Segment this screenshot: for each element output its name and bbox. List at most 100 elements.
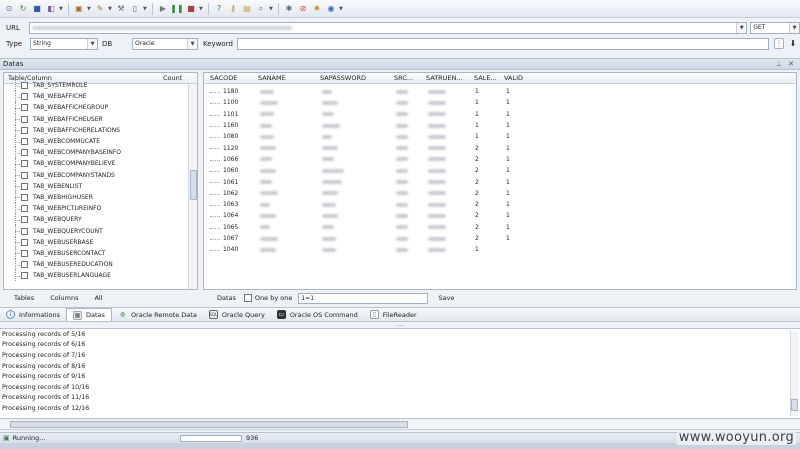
tree-item[interactable]: TAB_SYSTEMROLE bbox=[4, 80, 197, 92]
table-checkbox[interactable] bbox=[21, 272, 28, 280]
tree-item[interactable]: TAB_WEBENLIST bbox=[4, 180, 197, 193]
table-checkbox[interactable] bbox=[21, 171, 28, 179]
table-row[interactable]: 1040 1 bbox=[204, 244, 796, 255]
log-scrollbar[interactable] bbox=[790, 331, 798, 416]
table-row[interactable]: 1067 2 1 bbox=[204, 233, 796, 244]
tree-item[interactable]: TAB_WEBCOMPANYBELIEVE bbox=[4, 158, 197, 170]
settings-icon[interactable]: ✹ bbox=[311, 3, 323, 15]
bug-icon[interactable]: ✱ bbox=[283, 3, 295, 15]
col-src[interactable]: SRC... bbox=[394, 74, 413, 82]
key-icon[interactable]: ⚷ bbox=[227, 3, 239, 15]
table-checkbox[interactable] bbox=[21, 227, 28, 235]
col-saname[interactable]: SANAME bbox=[258, 74, 286, 82]
table-checkbox[interactable] bbox=[21, 82, 28, 90]
table-row[interactable]: 1080 1 1 bbox=[204, 131, 796, 142]
type-select[interactable]: String ▼ bbox=[30, 37, 98, 50]
save-icon[interactable]: ■ bbox=[31, 3, 43, 15]
folder-icon[interactable]: ▤ bbox=[241, 3, 253, 15]
table-row[interactable]: 1060 2 1 bbox=[204, 165, 796, 176]
tree-item[interactable]: TAB_WEBPICTUREINFO bbox=[4, 203, 197, 215]
globe-icon[interactable]: ◉ bbox=[325, 3, 337, 15]
tree-item[interactable]: TAB_WEBAFFICHEGROUP bbox=[4, 102, 197, 114]
download-icon[interactable]: ⬇ bbox=[787, 38, 799, 50]
search-icon[interactable]: ⌕ bbox=[255, 3, 267, 15]
datas-button[interactable]: Datas bbox=[217, 294, 236, 302]
table-checkbox[interactable] bbox=[21, 205, 28, 213]
url-input[interactable] bbox=[28, 21, 738, 34]
log-hscroll-thumb[interactable] bbox=[10, 421, 408, 428]
help-icon[interactable]: ? bbox=[213, 3, 225, 15]
refresh-icon[interactable]: ↻ bbox=[17, 3, 29, 15]
edit-icon[interactable]: ✎ bbox=[94, 3, 106, 15]
tree-item[interactable]: TAB_WEBAFFICHERELATIONS bbox=[4, 124, 197, 137]
tree-item[interactable]: TAB_WEBUSERLANGUAGE bbox=[4, 270, 197, 282]
table-checkbox[interactable] bbox=[21, 115, 28, 123]
tab-filereader[interactable]: ▯ FileReader bbox=[364, 308, 423, 321]
tree-item[interactable]: TAB_WEBCOMPANYBASEINFO bbox=[4, 147, 197, 159]
tree-item[interactable]: TAB_WEBUSERBASE bbox=[4, 236, 197, 249]
tree-scroll-thumb[interactable] bbox=[190, 170, 197, 200]
col-satruename[interactable]: SATRUEN... bbox=[426, 74, 463, 82]
table-row[interactable]: 1062 2 1 bbox=[204, 188, 796, 199]
table-row[interactable]: 1063 2 1 bbox=[204, 199, 796, 210]
log-hscrollbar[interactable] bbox=[0, 420, 800, 430]
table-row[interactable]: 1100 1 1 bbox=[204, 97, 796, 108]
database-icon[interactable]: ▣ bbox=[73, 3, 85, 15]
table-row[interactable]: 1101 1 1 bbox=[204, 109, 796, 120]
tree-item[interactable]: TAB_WEBQUERYCOUNT bbox=[4, 225, 197, 237]
pause-icon[interactable]: ❚❚ bbox=[170, 3, 183, 15]
tree-item[interactable]: TAB_WEBAFFICHEUSER bbox=[4, 113, 197, 125]
tree-item[interactable]: TAB_WEBAFFICHE bbox=[4, 91, 197, 103]
table-checkbox[interactable] bbox=[21, 216, 28, 224]
save-button[interactable]: Save bbox=[438, 294, 454, 302]
keyword-options-icon[interactable]: ⋮ bbox=[774, 38, 784, 49]
export-icon[interactable]: ◧ bbox=[45, 3, 57, 15]
tables-button[interactable]: Tables bbox=[14, 294, 34, 302]
tab-oracle-remote-data[interactable]: ◍ Oracle Remote Data bbox=[112, 308, 203, 321]
one-by-one-checkbox[interactable] bbox=[243, 294, 252, 302]
all-button[interactable]: All bbox=[94, 294, 102, 302]
tab-oracle-os-command[interactable]: ▭ Oracle OS Command bbox=[271, 308, 364, 321]
tab-informations[interactable]: i Informations bbox=[0, 308, 66, 321]
tree-item[interactable]: TAB_WEBHIGHUSER bbox=[4, 191, 197, 204]
table-checkbox[interactable] bbox=[21, 149, 28, 157]
tools-icon[interactable]: ⚒ bbox=[115, 3, 127, 15]
table-row[interactable]: 1120 2 1 bbox=[204, 142, 796, 153]
table-row[interactable]: 1066 2 1 bbox=[204, 154, 796, 165]
play-icon[interactable]: ▶ bbox=[157, 3, 169, 15]
log-scroll-thumb[interactable] bbox=[791, 399, 798, 411]
table-checkbox[interactable] bbox=[21, 249, 28, 257]
tree-item[interactable]: TAB_WEBQUERY bbox=[4, 214, 197, 226]
db-select[interactable]: Oracle ▼ bbox=[132, 37, 198, 50]
condition-input[interactable]: 1=1 bbox=[298, 292, 429, 304]
tree-scrollbar[interactable] bbox=[188, 84, 197, 289]
table-checkbox[interactable] bbox=[21, 160, 28, 168]
table-checkbox[interactable] bbox=[21, 138, 28, 146]
col-sapassword[interactable]: SAPASSWORD bbox=[320, 74, 366, 82]
columns-button[interactable]: Columns bbox=[50, 294, 78, 302]
close-icon[interactable]: ✕ bbox=[788, 60, 794, 68]
table-checkbox[interactable] bbox=[21, 126, 28, 134]
table-row[interactable]: 1180 1 1 bbox=[204, 86, 796, 97]
table-checkbox[interactable] bbox=[21, 104, 28, 112]
tab-datas[interactable]: ▦ Datas bbox=[66, 308, 112, 321]
table-checkbox[interactable] bbox=[21, 182, 28, 190]
tree-item[interactable]: TAB_WEBUSERCONTACT bbox=[4, 247, 197, 260]
col-sacode[interactable]: SACODE bbox=[210, 74, 237, 82]
table-row[interactable]: 1160 1 1 bbox=[204, 120, 796, 131]
method-select[interactable]: GET ▼ bbox=[750, 21, 800, 34]
stop-icon[interactable]: ■ bbox=[185, 3, 197, 15]
tree-item[interactable]: TAB_WEBCOMMUCATE bbox=[4, 135, 197, 148]
table-row[interactable]: 1065 2 1 bbox=[204, 222, 796, 233]
page-icon[interactable]: ▯ bbox=[129, 3, 141, 15]
table-checkbox[interactable] bbox=[21, 261, 28, 269]
table-checkbox[interactable] bbox=[21, 93, 28, 101]
table-checkbox[interactable] bbox=[21, 193, 28, 201]
block-icon[interactable]: ⊘ bbox=[297, 3, 309, 15]
table-row[interactable]: 1061 2 1 bbox=[204, 176, 796, 187]
tree-item[interactable]: TAB_WEBCOMPANYSTANDS bbox=[4, 169, 197, 181]
col-sale[interactable]: SALE... bbox=[474, 74, 497, 82]
tree-item[interactable]: TAB_WEBUSEREDUCATION bbox=[4, 259, 197, 271]
pin-icon[interactable]: ⊥ bbox=[776, 60, 782, 68]
url-history-dropdown[interactable]: ▼ bbox=[736, 21, 748, 34]
